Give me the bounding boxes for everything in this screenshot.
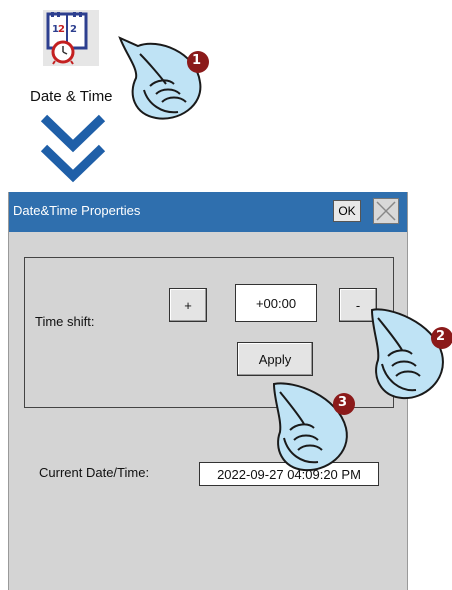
step-badge-1: 1 — [192, 53, 202, 68]
tap-hand-icon-step-2: 2 — [364, 304, 452, 408]
step-badge-3: 3 — [338, 395, 348, 410]
svg-text:2: 2 — [70, 24, 77, 35]
close-button[interactable] — [373, 198, 399, 224]
tap-hand-icon-step-1: 1 — [118, 34, 218, 128]
dialog-titlebar: Date&Time Properties OK — [9, 192, 407, 232]
close-icon — [373, 198, 399, 224]
svg-text:2: 2 — [58, 24, 65, 35]
step-badge-2: 2 — [436, 329, 446, 344]
dialog-title: Date&Time Properties — [13, 203, 141, 218]
tap-hand-icon-step-3: 3 — [264, 378, 364, 478]
time-shift-plus-button[interactable]: + — [169, 288, 207, 322]
ok-button[interactable]: OK — [333, 200, 361, 222]
time-shift-label: Time shift: — [35, 314, 95, 329]
down-arrow-icon — [38, 112, 108, 196]
current-date-time-label: Current Date/Time: — [39, 465, 150, 480]
time-shift-value-field[interactable]: +00:00 — [235, 284, 317, 322]
calendar-clock-icon: 1 2 2 — — [43, 10, 99, 66]
apply-button[interactable]: Apply — [237, 342, 313, 376]
app-icon-label: Date & Time — [30, 88, 113, 105]
date-time-app-icon[interactable]: 1 2 2 — — [43, 10, 99, 66]
